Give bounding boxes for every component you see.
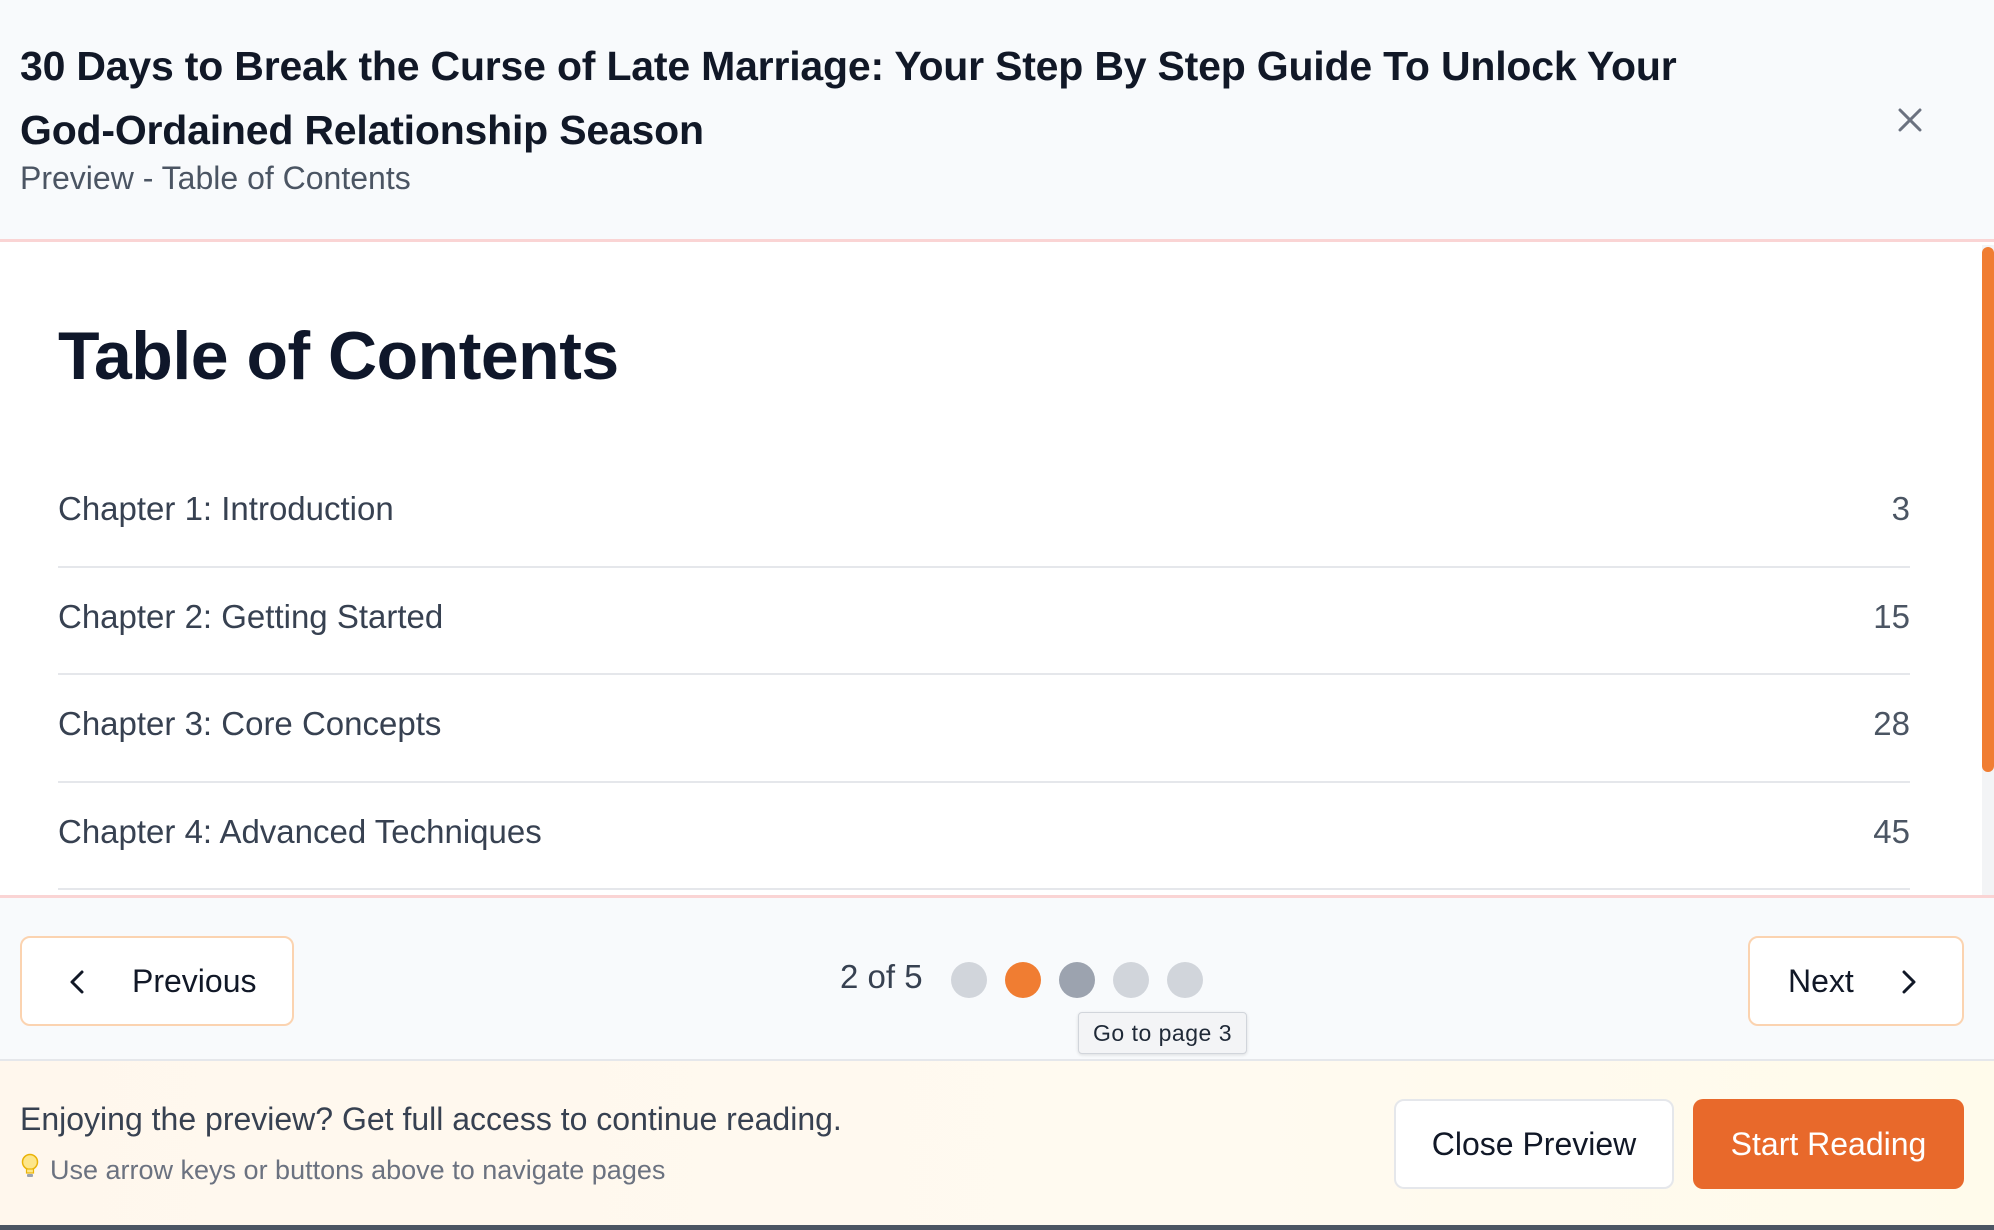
close-icon[interactable] (1890, 100, 1930, 140)
page-dot-tooltip: Go to page 3 (1078, 1012, 1247, 1054)
toc-chapter-title: Chapter 2: Getting Started (58, 597, 444, 635)
toc-page-number: 15 (1873, 597, 1910, 635)
page-dot-5[interactable] (1167, 962, 1203, 998)
preview-page-content: Table of Contents Chapter 1: Introductio… (0, 245, 1994, 895)
preview-subtitle: Preview - Table of Contents (20, 160, 411, 196)
modal-header: 30 Days to Break the Curse of Late Marri… (0, 0, 1994, 242)
cta-message: Enjoying the preview? Get full access to… (20, 1101, 842, 1137)
chevron-left-icon (66, 968, 90, 1001)
toc-row: Chapter 2: Getting Started 15 (58, 568, 1910, 675)
chevron-right-icon (1896, 968, 1920, 1001)
window-bottom-edge (0, 1225, 1994, 1230)
toc-page-number: 28 (1873, 705, 1910, 742)
navigation-hint-text: Use arrow keys or buttons above to navig… (50, 1155, 666, 1185)
previous-button[interactable]: Previous (20, 936, 294, 1026)
toc-heading: Table of Contents (58, 318, 619, 394)
previous-label: Previous (132, 963, 257, 999)
toc-row: Chapter 4: Advanced Techniques 45 (58, 783, 1910, 890)
navigation-hint: Use arrow keys or buttons above to navig… (20, 1153, 665, 1186)
page-dot-1[interactable] (951, 962, 987, 998)
book-title: 30 Days to Break the Curse of Late Marri… (20, 43, 1677, 153)
pagination-bar: Previous 2 of 5 Go to page 3 Next (0, 895, 1994, 1061)
toc-page-number: 3 (1891, 490, 1910, 527)
page-count: 2 of 5 (840, 958, 923, 995)
page-dot-4[interactable] (1113, 962, 1149, 998)
start-reading-button[interactable]: Start Reading (1693, 1099, 1964, 1189)
scrollbar-thumb[interactable] (1982, 247, 1994, 772)
toc-row: Chapter 3: Core Concepts 28 (58, 675, 1910, 783)
toc-chapter-title: Chapter 3: Core Concepts (58, 705, 442, 742)
lightbulb-icon (20, 1153, 42, 1186)
toc-chapter-title: Chapter 1: Introduction (58, 490, 394, 527)
page-dot-3[interactable] (1059, 962, 1095, 998)
close-preview-button[interactable]: Close Preview (1394, 1099, 1674, 1189)
toc-chapter-title: Chapter 4: Advanced Techniques (58, 812, 542, 850)
toc-page-number: 45 (1873, 812, 1910, 850)
toc-list: Chapter 1: Introduction 3 Chapter 2: Get… (58, 460, 1910, 890)
preview-modal: 30 Days to Break the Curse of Late Marri… (0, 0, 1994, 1230)
page-dot-2-current[interactable] (1005, 962, 1041, 998)
next-button[interactable]: Next (1748, 936, 1964, 1026)
toc-row: Chapter 1: Introduction 3 (58, 460, 1910, 568)
cta-footer: Enjoying the preview? Get full access to… (0, 1061, 1994, 1225)
next-label: Next (1788, 963, 1854, 999)
